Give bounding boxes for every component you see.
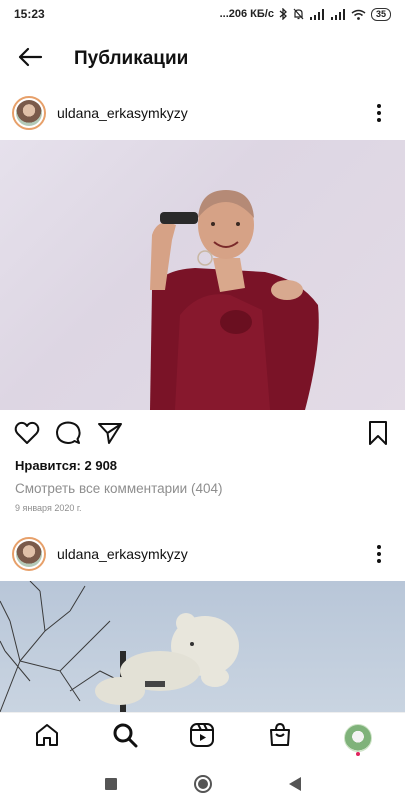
avatar[interactable] — [12, 96, 46, 130]
bookmark-icon — [367, 420, 389, 451]
post-photo-illustration — [150, 190, 319, 410]
heart-icon — [14, 421, 40, 450]
more-dot — [377, 111, 381, 115]
square-icon — [104, 777, 118, 796]
status-bar: 15:23 ...206 КБ/с 35 — [0, 0, 405, 28]
view-comments-link[interactable]: Смотреть все комментарии (404) — [15, 481, 222, 496]
back-button[interactable] — [14, 43, 46, 75]
recent-apps-button[interactable] — [98, 773, 124, 799]
nav-profile[interactable] — [338, 718, 378, 758]
more-dot — [377, 559, 381, 563]
home-system-button[interactable] — [190, 773, 216, 799]
network-speed: ...206 КБ/с — [219, 8, 274, 20]
comment-icon — [55, 420, 81, 451]
avatar-image — [16, 100, 42, 126]
username[interactable]: uldana_erkasymkyzy — [57, 546, 188, 562]
circle-icon — [193, 774, 213, 799]
search-icon — [112, 722, 138, 753]
shop-icon — [267, 722, 293, 753]
back-system-button[interactable] — [282, 773, 308, 799]
home-icon — [34, 722, 60, 753]
nav-search[interactable] — [105, 718, 145, 758]
post-header: uldana_erkasymkyzy — [0, 91, 405, 135]
signal-icon-1 — [309, 8, 325, 20]
more-dot — [377, 545, 381, 549]
comment-button[interactable] — [53, 420, 83, 450]
signal-icon-2 — [330, 8, 346, 20]
post-photo-illustration — [0, 581, 239, 712]
app-header: Публикации — [0, 38, 405, 80]
more-options-button[interactable] — [367, 542, 391, 566]
mute-bell-icon — [293, 8, 304, 20]
username[interactable]: uldana_erkasymkyzy — [57, 105, 188, 121]
triangle-back-icon — [288, 776, 302, 797]
like-button[interactable] — [12, 420, 42, 450]
status-time: 15:23 — [14, 7, 45, 21]
notification-dot — [356, 751, 361, 756]
arrow-left-icon — [17, 47, 43, 72]
post-actions — [0, 418, 405, 452]
nav-reels[interactable] — [182, 718, 222, 758]
more-dot — [377, 118, 381, 122]
more-dot — [377, 104, 381, 108]
battery-indicator: 35 — [370, 7, 391, 21]
more-options-button[interactable] — [367, 101, 391, 125]
post-image[interactable] — [0, 581, 405, 712]
page-title: Публикации — [74, 48, 189, 69]
bluetooth-icon — [279, 8, 288, 20]
save-button[interactable] — [363, 420, 393, 450]
avatar[interactable] — [12, 537, 46, 571]
reels-icon — [189, 722, 215, 753]
send-icon — [97, 421, 123, 450]
likes-count[interactable]: Нравится: 2 908 — [15, 458, 117, 473]
avatar-image — [16, 541, 42, 567]
nav-shop[interactable] — [260, 718, 300, 758]
system-navigation-bar — [0, 762, 405, 810]
status-icons: ...206 КБ/с 35 — [219, 7, 391, 21]
profile-avatar — [344, 723, 373, 752]
post-date: 9 января 2020 г. — [15, 503, 82, 513]
bottom-navigation — [0, 712, 405, 762]
wifi-icon — [351, 9, 366, 20]
post-image[interactable] — [0, 140, 405, 410]
share-button[interactable] — [95, 420, 125, 450]
post-header: uldana_erkasymkyzy — [0, 532, 405, 576]
nav-home[interactable] — [27, 718, 67, 758]
more-dot — [377, 552, 381, 556]
